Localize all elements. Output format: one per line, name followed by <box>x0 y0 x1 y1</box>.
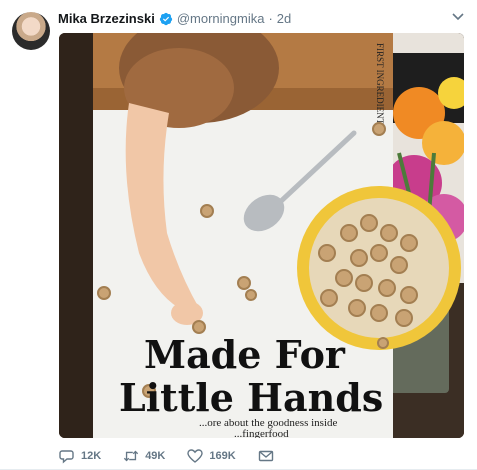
verified-badge-icon <box>159 12 173 26</box>
chevron-down-icon[interactable] <box>451 10 465 24</box>
heart-icon <box>187 448 204 464</box>
reply-button[interactable]: 12K <box>59 448 101 464</box>
retweet-icon <box>123 448 139 464</box>
tweet-photo[interactable]: FIRST INGREDIENT Made For Little Hands .… <box>59 33 464 438</box>
cereal-box-photo: FIRST INGREDIENT Made For Little Hands .… <box>59 33 464 438</box>
author-handle[interactable]: @morningmika <box>177 10 265 28</box>
tweet-actions: 12K 49K 169K <box>59 447 280 465</box>
tweet-card: Mika Brzezinski @morningmika · 2d FIRST … <box>0 0 477 470</box>
box-headline-line1: Made For <box>144 332 346 377</box>
retweet-count: 49K <box>145 450 166 462</box>
like-count: 169K <box>209 450 236 462</box>
author-avatar[interactable] <box>12 12 50 50</box>
box-corner-text: FIRST INGREDIENT <box>375 43 385 125</box>
retweet-button[interactable]: 49K <box>123 448 165 464</box>
author-name[interactable]: Mika Brzezinski <box>58 10 155 28</box>
like-button[interactable]: 169K <box>187 448 236 464</box>
box-headline-line2: Little Hands <box>119 375 383 420</box>
reply-icon <box>59 448 75 464</box>
reply-count: 12K <box>81 450 102 462</box>
box-subtext-line2: ...fingerfood <box>234 428 289 438</box>
direct-message-button[interactable] <box>258 448 280 464</box>
envelope-icon <box>258 448 274 464</box>
tweet-header: Mika Brzezinski @morningmika · 2d <box>58 10 467 28</box>
tweet-timestamp[interactable]: 2d <box>277 10 291 28</box>
header-separator: · <box>268 11 273 26</box>
